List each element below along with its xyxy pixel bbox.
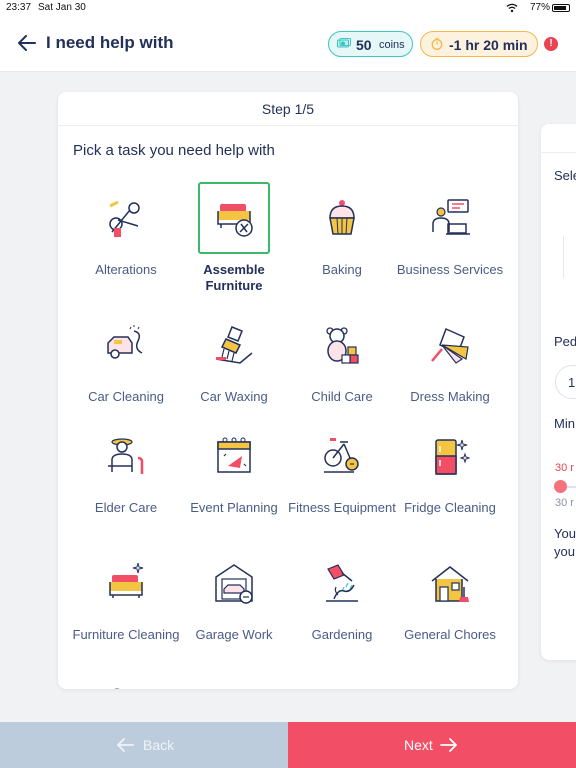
task-tile-event-planning[interactable]: Event Planning bbox=[180, 420, 288, 516]
task-tile-elder-care[interactable]: Elder Care bbox=[72, 420, 180, 516]
task-tile-business-services[interactable]: Business Services bbox=[396, 182, 504, 278]
slider-min-label: 30 r bbox=[555, 462, 574, 474]
alert-icon[interactable]: ! bbox=[544, 37, 558, 51]
back-arrow-icon[interactable] bbox=[16, 32, 38, 54]
task-label: Car Waxing bbox=[200, 389, 268, 404]
status-date: Sat Jan 30 bbox=[38, 2, 86, 13]
duration-slider-track[interactable] bbox=[567, 486, 576, 488]
task-label: Business Services bbox=[396, 262, 504, 277]
note-line-1: You bbox=[554, 526, 576, 541]
task-tile-child-care[interactable]: Child Care bbox=[288, 309, 396, 405]
car-spray-icon bbox=[90, 309, 162, 381]
task-label: Alterations bbox=[95, 262, 157, 277]
back-button[interactable]: Back bbox=[0, 722, 288, 768]
timer-value: -1 hr 20 min bbox=[449, 37, 528, 53]
task-tile-fitness-equipment[interactable]: Fitness Equipment bbox=[288, 420, 396, 516]
task-tile-car-waxing[interactable]: Car Waxing bbox=[180, 309, 288, 405]
battery-icon bbox=[552, 4, 570, 12]
coins-value: 50 bbox=[356, 37, 372, 53]
next-button[interactable]: Next bbox=[288, 722, 576, 768]
garage-car-icon bbox=[198, 547, 270, 619]
task-label: Event Planning bbox=[190, 500, 278, 515]
next-button-label: Next bbox=[404, 737, 433, 753]
min-label: Min bbox=[554, 416, 575, 431]
task-label: Elder Care bbox=[94, 500, 158, 515]
note-line-2: you bbox=[554, 544, 575, 559]
task-label: General Chores bbox=[404, 627, 496, 642]
teddy-bear-blocks-icon bbox=[306, 309, 378, 381]
task-tile-fridge-cleaning[interactable]: Fridge Cleaning bbox=[396, 420, 504, 516]
car-wax-brush-icon bbox=[198, 309, 270, 381]
task-tile-assemble-furniture[interactable]: Assemble Furniture bbox=[180, 182, 288, 294]
task-label: Garage Work bbox=[195, 627, 273, 642]
task-tile-furniture-cleaning[interactable]: Furniture Cleaning bbox=[72, 547, 180, 643]
calendar-party-icon bbox=[198, 420, 270, 492]
task-tile-general-chores[interactable]: General Chores bbox=[396, 547, 504, 643]
task-label: Child Care bbox=[311, 389, 373, 404]
footer-nav: Back Next bbox=[0, 722, 576, 768]
task-tile-alterations[interactable]: Alterations bbox=[72, 182, 180, 278]
task-tile-gardening[interactable]: Gardening bbox=[288, 547, 396, 643]
wifi-icon bbox=[506, 3, 518, 13]
coins-icon bbox=[337, 38, 351, 48]
page-title: I need help with bbox=[46, 33, 174, 52]
task-label: Dress Making bbox=[410, 389, 490, 404]
fabric-swatches-icon bbox=[414, 309, 486, 381]
task-label: Assemble Furniture bbox=[203, 262, 265, 293]
duration-slider-handle[interactable] bbox=[554, 480, 567, 493]
arrow-left-icon bbox=[117, 738, 134, 752]
status-time: 23:37 bbox=[6, 2, 32, 13]
watering-can-icon bbox=[306, 547, 378, 619]
task-label: Baking bbox=[322, 262, 362, 277]
laptop-person-icon bbox=[414, 182, 486, 254]
exercise-bike-icon bbox=[306, 420, 378, 492]
coins-badge[interactable]: 50 coins bbox=[328, 31, 413, 57]
task-tile-dress-making[interactable]: Dress Making bbox=[396, 309, 504, 405]
step-indicator: Step 1/5 bbox=[58, 92, 518, 126]
slider-value-label: 30 r bbox=[555, 497, 574, 509]
task-prompt: Pick a task you need help with bbox=[73, 142, 275, 159]
status-bar: 23:37 Sat Jan 30 77% bbox=[0, 0, 576, 16]
people-count-stepper[interactable]: 1 bbox=[555, 365, 576, 399]
fridge-sparkle-icon bbox=[414, 420, 486, 492]
task-label: Gardening bbox=[311, 627, 373, 642]
sewing-scissors-icon bbox=[90, 182, 162, 254]
divider bbox=[541, 152, 576, 153]
sofa-sparkle-icon bbox=[90, 547, 162, 619]
sofa-tools-icon bbox=[198, 182, 270, 254]
next-row-peek-icon bbox=[113, 688, 121, 689]
task-label: Fridge Cleaning bbox=[404, 500, 496, 515]
task-tile-car-cleaning[interactable]: Car Cleaning bbox=[72, 309, 180, 405]
task-label: Car Cleaning bbox=[88, 389, 164, 404]
task-picker-card: Step 1/5 Pick a task you need help with … bbox=[58, 92, 518, 689]
app-header: I need help with 50 coins -1 hr 20 min ! bbox=[0, 16, 576, 72]
task-label: Furniture Cleaning bbox=[72, 627, 180, 642]
house-broom-icon bbox=[414, 547, 486, 619]
divider bbox=[563, 236, 564, 278]
next-step-card: Sele Ped 1 Min 30 r 30 r You you bbox=[541, 124, 576, 660]
cupcake-icon bbox=[306, 182, 378, 254]
people-label: Ped bbox=[554, 334, 576, 349]
timer-badge[interactable]: -1 hr 20 min bbox=[420, 31, 538, 57]
elder-with-cane-icon bbox=[90, 420, 162, 492]
battery-percent: 77% bbox=[529, 2, 550, 13]
stopwatch-icon bbox=[431, 38, 443, 50]
coins-unit: coins bbox=[379, 39, 405, 51]
people-count-value: 1 bbox=[568, 375, 576, 390]
task-label: Fitness Equipment bbox=[288, 500, 396, 515]
back-button-label: Back bbox=[143, 737, 175, 753]
select-label: Sele bbox=[554, 168, 576, 183]
arrow-right-icon bbox=[440, 738, 457, 752]
task-tile-baking[interactable]: Baking bbox=[288, 182, 396, 278]
task-tile-garage-work[interactable]: Garage Work bbox=[180, 547, 288, 643]
